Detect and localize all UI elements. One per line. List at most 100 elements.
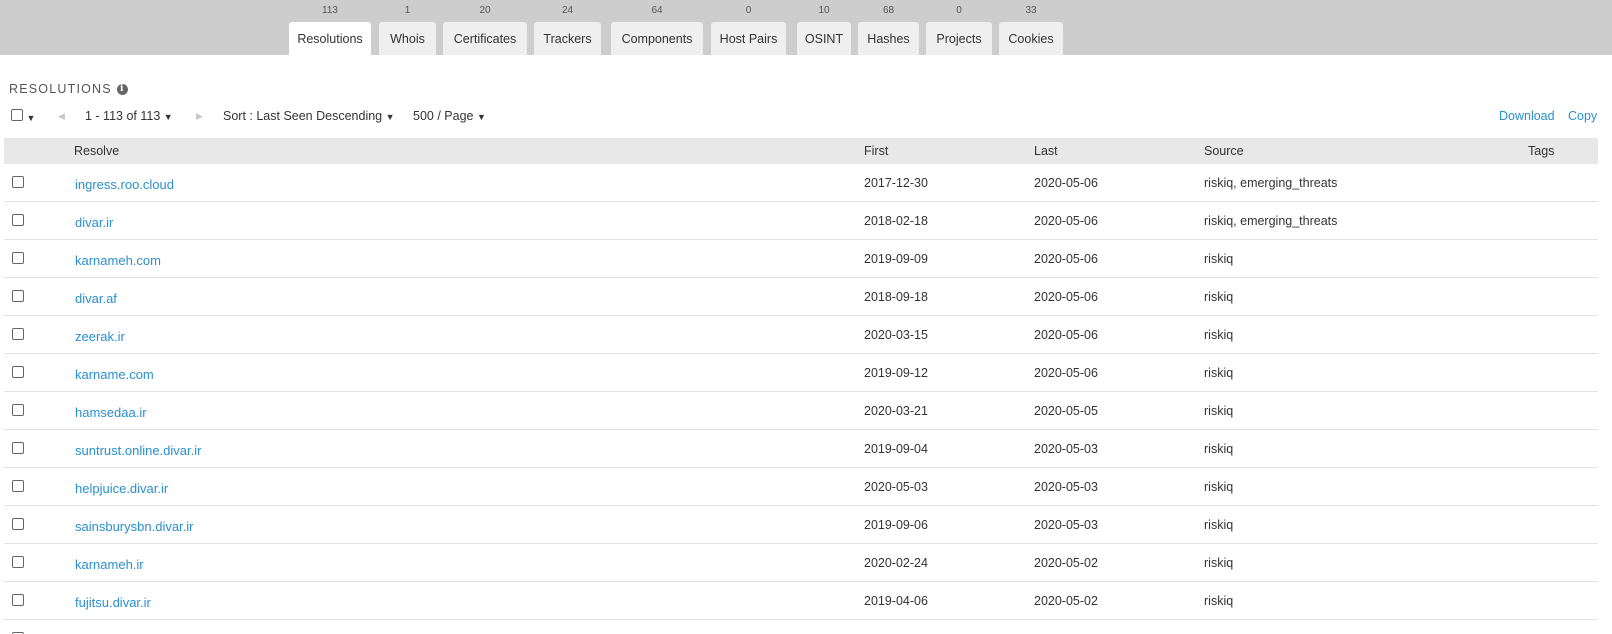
column-header-source[interactable]: Source [1204, 144, 1244, 158]
table-row: karname.com 2019-09-12 2020-05-06 riskiq [4, 354, 1598, 392]
resolve-link[interactable]: divar.ir [75, 215, 113, 230]
last-seen: 2020-05-06 [1034, 176, 1098, 190]
tab-components[interactable]: 64 Components [611, 0, 703, 55]
table-row: zeerak.ir 2020-03-15 2020-05-06 riskiq [4, 316, 1598, 354]
tab-host-pairs[interactable]: 0 Host Pairs [711, 0, 786, 55]
tab-hashes[interactable]: 68 Hashes [858, 0, 919, 55]
select-all-dropdown[interactable]: ▼ [11, 109, 35, 124]
table-row-partial [4, 620, 1598, 634]
pagination-label: 1 - 113 of 113 [85, 109, 161, 123]
tab-label[interactable]: Projects [926, 22, 992, 55]
row-checkbox[interactable] [12, 252, 24, 264]
resolve-link[interactable]: karnameh.ir [75, 557, 144, 572]
first-seen: 2019-04-06 [864, 594, 928, 608]
first-seen: 2019-09-06 [864, 518, 928, 532]
row-checkbox[interactable] [12, 404, 24, 416]
row-checkbox[interactable] [12, 176, 24, 188]
row-checkbox[interactable] [12, 442, 24, 454]
row-checkbox[interactable] [12, 518, 24, 530]
tab-count: 0 [956, 5, 962, 16]
prev-page-icon[interactable]: ◀ [58, 111, 65, 122]
tab-osint[interactable]: 10 OSINT [797, 0, 851, 55]
row-checkbox[interactable] [12, 480, 24, 492]
tab-label[interactable]: Trackers [534, 22, 601, 55]
tab-label[interactable]: Resolutions [289, 22, 371, 55]
tab-label[interactable]: OSINT [797, 22, 851, 55]
resolve-link[interactable]: ingress.roo.cloud [75, 177, 174, 192]
tab-certificates[interactable]: 20 Certificates [443, 0, 527, 55]
tab-bar: 113 Resolutions 1 Whois 20 Certificates … [0, 0, 1612, 55]
next-page-icon[interactable]: ▶ [196, 111, 203, 122]
last-seen: 2020-05-06 [1034, 290, 1098, 304]
tab-count: 113 [322, 5, 338, 16]
source: riskiq [1204, 366, 1234, 380]
last-seen: 2020-05-03 [1034, 442, 1098, 456]
pagination-dropdown[interactable]: 1 - 113 of 113 ▼ [85, 109, 173, 123]
first-seen: 2020-03-15 [864, 328, 928, 342]
row-checkbox[interactable] [12, 366, 24, 378]
first-seen: 2018-09-18 [864, 290, 928, 304]
resolve-link[interactable]: zeerak.ir [75, 329, 125, 344]
tab-trackers[interactable]: 24 Trackers [534, 0, 601, 55]
tab-label[interactable]: Components [611, 22, 703, 55]
tab-label[interactable]: Host Pairs [711, 22, 786, 55]
resolve-link[interactable]: divar.af [75, 291, 117, 306]
tab-count: 64 [651, 5, 663, 16]
tab-label[interactable]: Certificates [443, 22, 527, 55]
column-header-tags[interactable]: Tags [1528, 144, 1554, 158]
download-link[interactable]: Download [1499, 109, 1555, 123]
first-seen: 2019-09-12 [864, 366, 928, 380]
tab-resolutions[interactable]: 113 Resolutions [289, 0, 371, 55]
row-checkbox[interactable] [12, 328, 24, 340]
first-seen: 2017-12-30 [864, 176, 928, 190]
source: riskiq [1204, 518, 1234, 532]
column-header-resolve[interactable]: Resolve [74, 144, 119, 158]
row-checkbox[interactable] [12, 214, 24, 226]
last-seen: 2020-05-02 [1034, 556, 1098, 570]
tab-count: 0 [745, 5, 752, 16]
row-checkbox[interactable] [12, 594, 24, 606]
select-all-checkbox[interactable] [11, 109, 23, 121]
resolve-link[interactable]: fujitsu.divar.ir [75, 595, 151, 610]
tab-label[interactable]: Whois [379, 22, 436, 55]
per-page-dropdown[interactable]: 500 / Page ▼ [413, 109, 486, 123]
resolve-link[interactable]: sainsburysbn.divar.ir [75, 519, 194, 534]
table-row: divar.af 2018-09-18 2020-05-06 riskiq [4, 278, 1598, 316]
resolve-link[interactable]: helpjuice.divar.ir [75, 481, 168, 496]
resolve-link[interactable]: karname.com [75, 367, 154, 382]
tab-count: 20 [479, 5, 491, 16]
sort-dropdown[interactable]: Sort : Last Seen Descending ▼ [223, 109, 395, 123]
last-seen: 2020-05-06 [1034, 328, 1098, 342]
source: riskiq [1204, 480, 1234, 494]
last-seen: 2020-05-02 [1034, 594, 1098, 608]
results-toolbar: ▼ ◀ 1 - 113 of 113 ▼ ▶ Sort : Last Seen … [11, 105, 1601, 129]
chevron-down-icon[interactable]: ▼ [26, 113, 35, 123]
tab-label[interactable]: Hashes [858, 22, 919, 55]
first-seen: 2019-09-09 [864, 252, 928, 266]
resolve-link[interactable]: hamsedaa.ir [75, 405, 147, 420]
table-row: karnameh.com 2019-09-09 2020-05-06 riski… [4, 240, 1598, 278]
info-icon[interactable]: i [116, 83, 128, 95]
tab-whois[interactable]: 1 Whois [379, 0, 436, 55]
source: riskiq [1204, 442, 1234, 456]
table-row: hamsedaa.ir 2020-03-21 2020-05-05 riskiq [4, 392, 1598, 430]
resolve-link[interactable]: suntrust.online.divar.ir [75, 443, 201, 458]
last-seen: 2020-05-03 [1034, 518, 1098, 532]
first-seen: 2018-02-18 [864, 214, 928, 228]
source: riskiq [1204, 594, 1234, 608]
tab-count: 33 [1025, 5, 1037, 16]
tab-projects[interactable]: 0 Projects [926, 0, 992, 55]
source: riskiq [1204, 556, 1234, 570]
copy-link[interactable]: Copy [1568, 109, 1597, 123]
tab-label[interactable]: Cookies [999, 22, 1063, 55]
last-seen: 2020-05-03 [1034, 480, 1098, 494]
column-header-last[interactable]: Last [1034, 144, 1058, 158]
tab-cookies[interactable]: 33 Cookies [999, 0, 1063, 55]
row-checkbox[interactable] [12, 556, 24, 568]
first-seen: 2020-05-03 [864, 480, 928, 494]
chevron-down-icon: ▼ [385, 112, 395, 122]
resolve-link[interactable]: karnameh.com [75, 253, 161, 268]
column-header-first[interactable]: First [864, 144, 888, 158]
chevron-down-icon: ▼ [476, 112, 486, 122]
row-checkbox[interactable] [12, 290, 24, 302]
